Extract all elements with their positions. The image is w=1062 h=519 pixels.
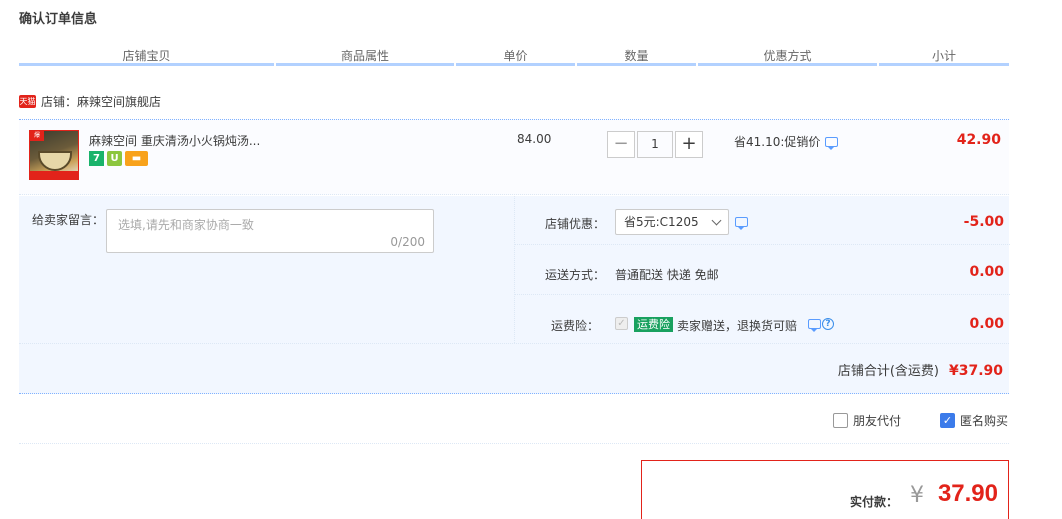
order-options-panel: 店铺优惠： 省5元:C1205 -5.00 运送方式： 普通配送 快递 免邮 0… (514, 196, 1010, 345)
anonymous-label: 匿名购买 (960, 414, 1009, 428)
insurance-group: ✓ 运费险 卖家赠送，退换货可赔 ? (515, 317, 1010, 333)
message-placeholder: 选填,请先和商家协商一致 (118, 218, 254, 232)
insurance-amount: 0.00 (969, 316, 1004, 332)
thumb-band (30, 171, 78, 179)
shipping-label: 运送方式： (545, 268, 606, 282)
column-header-discount: 优惠方式 (698, 46, 877, 66)
anonymous-checkbox[interactable]: ✓ (940, 413, 955, 428)
insurance-checkbox: ✓ (615, 317, 628, 330)
divider (19, 343, 1009, 344)
shipping-row: 运送方式： 普通配送 快递 免邮 0.00 (515, 246, 1010, 295)
payment-options-line: 朋友代付 ✓ 匿名购买 (19, 396, 1009, 444)
column-header-attributes: 商品属性 (276, 46, 454, 66)
shop-total: 店铺合计(含运费) ¥37.90 (838, 360, 1003, 379)
payment-label: 实付款： (849, 495, 898, 509)
friend-pay-label: 朋友代付 (853, 414, 902, 428)
promo-text: 省41.10:促销价 (734, 135, 821, 149)
anonymous-option[interactable]: ✓ 匿名购买 (940, 412, 1008, 429)
shipping-value: 普通配送 快递 免邮 (615, 268, 719, 282)
shop-discount-row: 店铺优惠： 省5元:C1205 -5.00 (515, 196, 1010, 245)
quantity-input[interactable]: 1 (637, 131, 673, 158)
service-badges: 7 U ▬ (89, 151, 148, 166)
promo-chat-icon[interactable] (825, 136, 839, 150)
product-title-link[interactable]: 麻辣空间 重庆清汤小火锅炖汤... (89, 132, 260, 149)
payment-amount: 37.90 (937, 480, 998, 507)
thumb-tag: 爆 (30, 131, 44, 141)
payment-summary-box: 实付款： ¥ 37.90 (641, 460, 1009, 519)
seven-day-return-icon[interactable]: 7 (89, 151, 104, 166)
column-header-unit-price: 单价 (456, 46, 575, 66)
friend-pay-option[interactable]: 朋友代付 (833, 412, 901, 429)
unit-price: 84.00 (517, 132, 552, 146)
order-item-row: 爆 麻辣空间 重庆清汤小火锅炖汤... 7 U ▬ 84.00 − 1 + 省4… (19, 119, 1009, 195)
insurance-text: 卖家赠送，退换货可赔 (677, 319, 798, 333)
guarantee-icon[interactable]: U (107, 151, 122, 166)
shop-total-label: 店铺合计(含运费) (837, 364, 939, 379)
insurance-chat-icon[interactable] (808, 319, 821, 332)
shop-discount-value: 省5元:C1205 (624, 215, 699, 229)
product-thumbnail[interactable]: 爆 (29, 130, 79, 180)
help-icon[interactable]: ? (822, 318, 834, 330)
hotpot-bowl-icon (38, 151, 72, 171)
quantity-stepper: − 1 + (607, 131, 703, 158)
column-header-quantity: 数量 (577, 46, 696, 66)
payment-currency: ¥ (910, 483, 924, 508)
quantity-decrease-button[interactable]: − (607, 131, 635, 158)
shop-total-value: ¥37.90 (948, 363, 1003, 379)
insurance-row: 运费险： ✓ 运费险 卖家赠送，退换货可赔 ? 0.00 (515, 296, 1010, 345)
credit-card-icon[interactable]: ▬ (125, 151, 148, 166)
insurance-badge: 运费险 (634, 317, 673, 332)
item-subtotal: 42.90 (956, 132, 1001, 148)
shop-name[interactable]: 店铺：麻辣空间旗舰店 (41, 93, 161, 110)
column-header-item: 店铺宝贝 (19, 46, 274, 66)
shipping-amount: 0.00 (969, 264, 1004, 280)
tmall-logo-icon: 天猫 (19, 95, 36, 108)
chevron-down-icon (711, 215, 722, 226)
order-extra-block: 给卖家留言： 选填,请先和商家协商一致 0/200 店铺优惠： 省5元:C120… (19, 196, 1010, 394)
seller-message-textarea[interactable]: 选填,请先和商家协商一致 0/200 (106, 209, 434, 253)
column-header-subtotal: 小计 (879, 46, 1009, 66)
page-title: 确认订单信息 (19, 12, 98, 27)
friend-pay-checkbox[interactable] (833, 413, 848, 428)
shop-line: 天猫 店铺：麻辣空间旗舰店 (19, 93, 161, 110)
shop-discount-label: 店铺优惠： (545, 217, 606, 231)
quantity-increase-button[interactable]: + (675, 131, 703, 158)
discount-chat-icon[interactable] (735, 217, 748, 230)
promo-info: 省41.10:促销价 (734, 133, 839, 150)
shop-discount-select[interactable]: 省5元:C1205 (615, 209, 729, 235)
message-char-count: 0/200 (390, 235, 425, 249)
message-label: 给卖家留言： (32, 213, 105, 227)
shop-discount-amount: -5.00 (963, 214, 1004, 230)
